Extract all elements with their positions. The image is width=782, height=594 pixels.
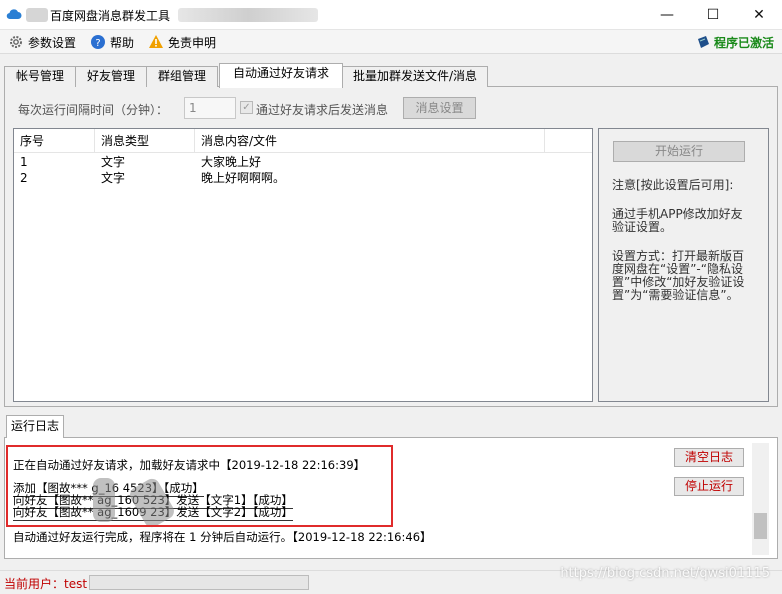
- note-heading: 注意[按此设置后可用]:: [612, 178, 734, 192]
- redacted-text: [26, 8, 48, 22]
- send-message-label: 通过好友请求后发送消息: [256, 103, 389, 117]
- activation-status-label: 程序已激活: [713, 35, 774, 50]
- menu-help[interactable]: ? 帮助: [90, 33, 134, 51]
- cloud-icon: [6, 9, 22, 20]
- tab-account[interactable]: 帐号管理: [4, 66, 76, 87]
- menu-disclaimer[interactable]: 免责申明: [148, 33, 216, 51]
- menu-disclaimer-label: 免责申明: [168, 35, 217, 50]
- log-scrollbar[interactable]: [752, 443, 769, 555]
- message-settings-button[interactable]: 消息设置: [403, 97, 476, 119]
- note-app-setting: 通过手机APP修改加好友验证设置。: [612, 207, 743, 234]
- list-header: 序号 消息类型 消息内容/文件: [14, 129, 592, 153]
- interval-label: 每次运行间隔时间（分钟）：: [18, 103, 169, 117]
- close-button[interactable]: ✕: [736, 0, 782, 30]
- menu-settings-label: 参数设置: [28, 35, 77, 50]
- redaction-blur: [93, 478, 115, 522]
- redacted-text: [178, 8, 318, 22]
- cell-type: 文字: [101, 155, 126, 169]
- maximize-icon: ☐: [706, 7, 720, 23]
- cell-no: 1: [20, 155, 28, 169]
- clear-log-button[interactable]: 清空日志: [674, 448, 744, 467]
- help-icon: ?: [91, 35, 105, 49]
- scrollbar-thumb[interactable]: [754, 513, 767, 539]
- menu-settings[interactable]: 参数设置: [8, 33, 76, 51]
- close-icon: ✕: [753, 7, 765, 23]
- list-item[interactable]: 1 文字 大家晚上好: [14, 154, 592, 170]
- column-header-no[interactable]: 序号: [14, 129, 95, 153]
- list-item[interactable]: 2 文字 晚上好啊啊啊。: [14, 170, 592, 186]
- current-user: 当前用户：test: [4, 577, 88, 591]
- progress-bar: [89, 575, 309, 590]
- cell-content: 大家晚上好: [201, 155, 262, 169]
- column-header-type[interactable]: 消息类型: [95, 129, 195, 153]
- window-title: 百度网盘消息群发工具: [50, 9, 171, 23]
- minimize-icon: —: [660, 7, 674, 23]
- tab-log[interactable]: 运行日志: [6, 415, 64, 438]
- warning-icon: [149, 35, 163, 48]
- svg-text:?: ?: [95, 38, 100, 49]
- menu-bar: 参数设置 ? 帮助 免责申明 程序已激活: [0, 30, 782, 54]
- minimize-button[interactable]: —: [644, 0, 690, 30]
- maximize-button[interactable]: ☐: [690, 0, 736, 30]
- cell-no: 2: [20, 171, 28, 185]
- watermark: https://blog.csdn.net/qwsi01115: [560, 566, 770, 581]
- title-bar: 百度网盘消息群发工具 — ☐ ✕: [0, 0, 782, 30]
- stop-run-button[interactable]: 停止运行: [674, 477, 744, 496]
- cell-content: 晚上好啊啊啊。: [201, 171, 286, 185]
- column-header-content[interactable]: 消息内容/文件: [195, 129, 545, 153]
- log-line: 正在自动通过好友请求，加载好友请求中【2019-12-18 22:16:39】: [13, 458, 366, 472]
- activated-icon: [697, 36, 709, 48]
- log-line: 自动通过好友运行完成，程序将在 1 分钟后自动运行。【2019-12-18 22…: [13, 530, 432, 544]
- send-message-checkbox[interactable]: ✓: [240, 101, 253, 114]
- note-instructions: 设置方式：打开最新版百度网盘在“设置”-“隐私设置”中修改“加好友验证设置”为“…: [612, 249, 745, 302]
- tab-friends[interactable]: 好友管理: [75, 66, 147, 87]
- log-output[interactable]: 正在自动通过好友请求，加载好友请求中【2019-12-18 22:16:39】 …: [8, 443, 668, 553]
- cell-type: 文字: [101, 171, 126, 185]
- menu-help-label: 帮助: [110, 35, 135, 50]
- gear-icon: [10, 36, 22, 48]
- tab-batch-send[interactable]: 批量加群发送文件/消息: [342, 66, 488, 87]
- activation-status: 程序已激活: [695, 33, 774, 51]
- side-panel: 开始运行 注意[按此设置后可用]: 通过手机APP修改加好友验证设置。 设置方式…: [598, 128, 769, 402]
- tab-groups[interactable]: 群组管理: [146, 66, 218, 87]
- start-run-button[interactable]: 开始运行: [613, 141, 745, 162]
- tab-auto-accept[interactable]: 自动通过好友请求: [219, 63, 343, 88]
- interval-input[interactable]: 1: [184, 97, 236, 119]
- message-list: 序号 消息类型 消息内容/文件 1 文字 大家晚上好 2 文字 晚上好啊啊啊。: [13, 128, 593, 402]
